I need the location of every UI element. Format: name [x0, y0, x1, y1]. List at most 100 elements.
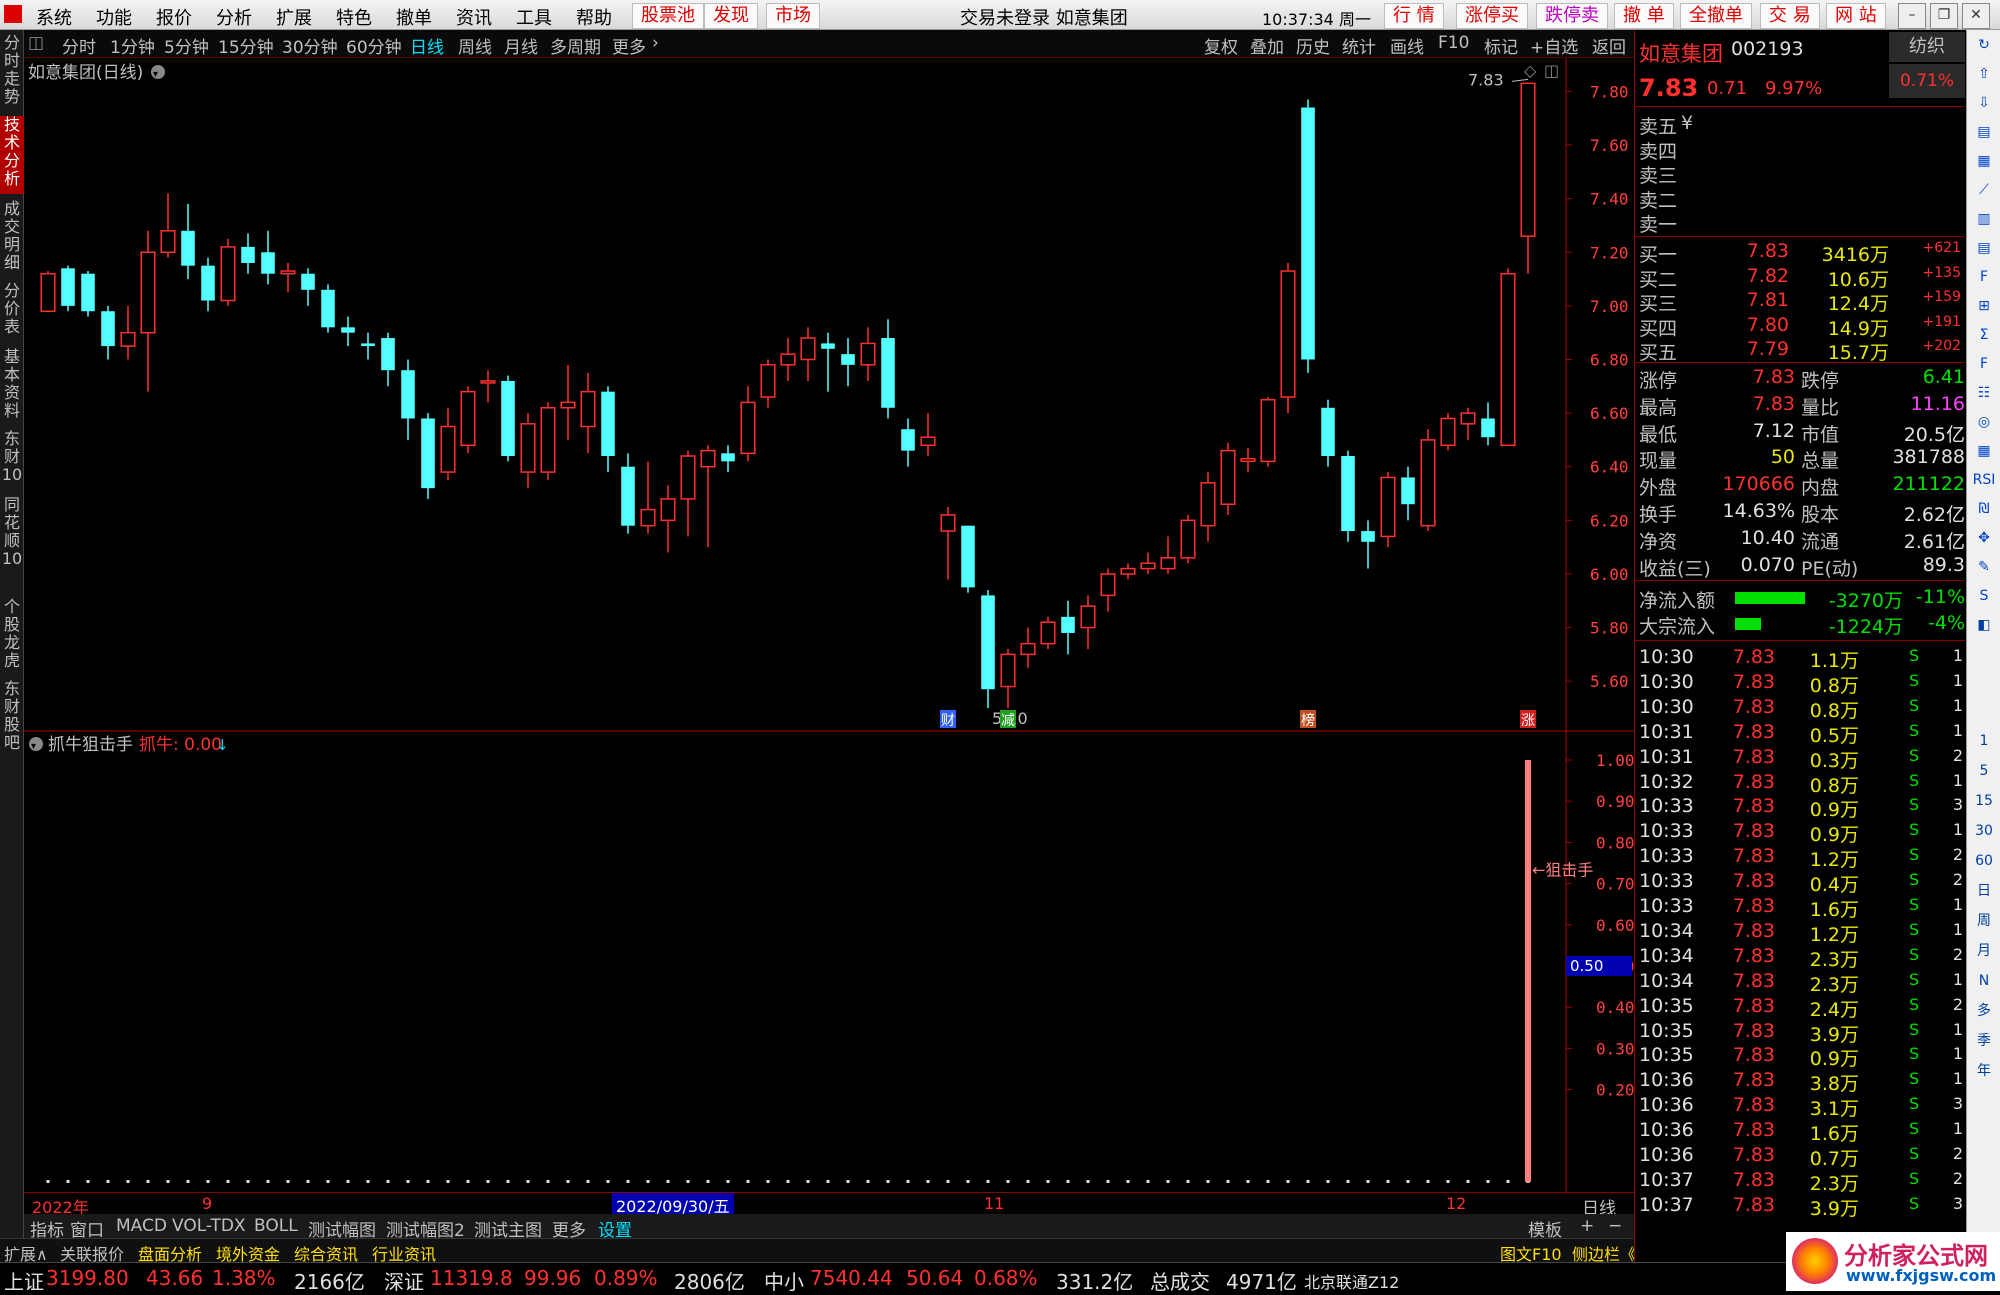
down-icon[interactable]: ⇩ [1972, 92, 1996, 114]
period-month-icon[interactable]: 月 [1972, 940, 1996, 962]
history-button[interactable]: 历史 [1296, 33, 1330, 58]
tab-ths[interactable]: 同花顺10 [0, 496, 24, 592]
website-button[interactable]: 网 站 [1826, 3, 1886, 29]
tab-basic-info[interactable]: 基本资料 [0, 348, 24, 424]
tab-macd[interactable]: MACD [116, 1216, 167, 1236]
draw-line-button[interactable]: 画线 [1390, 33, 1424, 58]
menu-help[interactable]: 帮助 [576, 4, 612, 30]
period-5-icon[interactable]: 5 [1972, 760, 1996, 782]
trade-button[interactable]: 交 易 [1760, 3, 1820, 29]
indicator-chart[interactable]: ▾ 抓牛狙击手 抓牛: 0.00 ↓ 1.00 0.90 0.80 0.70 0.60 0… [24, 732, 1634, 1194]
period-30-icon[interactable]: 30 [1972, 820, 1996, 842]
menu-feature[interactable]: 特色 [336, 4, 372, 30]
menu-cancel[interactable]: 撤单 [396, 4, 432, 30]
grid-icon[interactable]: ▦ [1972, 150, 1996, 172]
tab-dragon-tiger[interactable]: 个股龙虎 [0, 598, 24, 674]
rsi-icon[interactable]: RSI [1972, 469, 1996, 491]
tab-intraday[interactable]: 分时走势 [0, 34, 24, 110]
period-60-icon[interactable]: 60 [1972, 850, 1996, 872]
target-icon[interactable]: ◎ [1972, 411, 1996, 433]
period-day-icon[interactable]: 日 [1972, 880, 1996, 902]
menu-analysis[interactable]: 分析 [216, 4, 252, 30]
back-button[interactable]: 返回 [1592, 33, 1626, 58]
cancel-all-button[interactable]: 全撤单 [1680, 3, 1752, 29]
period-60m[interactable]: 60分钟 [346, 33, 402, 58]
f10-button[interactable]: F10 [1438, 33, 1469, 53]
table-icon[interactable]: ⊞ [1972, 295, 1996, 317]
event-tag[interactable]: 涨 [1521, 713, 1535, 729]
event-tag[interactable]: 财 [941, 713, 955, 729]
tab-technical[interactable]: 技术分析 [0, 116, 24, 194]
doc-icon[interactable]: ☷ [1972, 382, 1996, 404]
period-week-icon[interactable]: 周 [1972, 910, 1996, 932]
tab-eastmoney[interactable]: 东财10 [0, 430, 24, 490]
collapse-circle-icon[interactable]: ▾ [151, 65, 165, 80]
menu-function[interactable]: 功能 [96, 4, 132, 30]
period-n-icon[interactable]: N [1972, 970, 1996, 992]
period-1m[interactable]: 1分钟 [110, 33, 155, 58]
add-pane-button[interactable]: + [1580, 1216, 1594, 1236]
discover-tab[interactable]: 发现 [704, 3, 758, 29]
panel-icon[interactable]: ◧ [1972, 614, 1996, 636]
tab-vol[interactable]: VOL-TDX [172, 1216, 246, 1236]
event-tag[interactable]: 榜 [1301, 712, 1315, 729]
yen-icon[interactable]: ₪ [1972, 498, 1996, 520]
main-candle-chart[interactable]: 如意集团(日线) ▾ ◇ ◫ 7.80 7.60 7.40 7.20 7.00 6.80 6… [24, 58, 1634, 732]
period-multi[interactable]: 多周期 [550, 33, 601, 58]
indicator-toggle-icon[interactable]: ▾ [29, 737, 43, 752]
fund-icon[interactable]: F [1972, 266, 1996, 288]
tab-price-table[interactable]: 分价表 [0, 282, 24, 342]
window-icon[interactable]: ◫ [1544, 61, 1559, 80]
overlay-button[interactable]: 叠加 [1250, 33, 1284, 58]
menu-system[interactable]: 系统 [36, 4, 72, 30]
period-daily[interactable]: 日线 [410, 33, 444, 58]
tab-guba[interactable]: 东财股吧 [0, 680, 24, 756]
menu-quote[interactable]: 报价 [156, 4, 192, 30]
up-icon[interactable]: ⇧ [1972, 63, 1996, 85]
trend-icon[interactable]: ⟋ [1972, 179, 1996, 201]
period-multi-icon[interactable]: 多 [1972, 1000, 1996, 1022]
period-intraday[interactable]: 分时 [62, 33, 96, 58]
layers-icon[interactable]: ▦ [1972, 440, 1996, 462]
menu-tools[interactable]: 工具 [516, 4, 552, 30]
period-more[interactable]: 更多 [612, 33, 646, 58]
diamond-icon[interactable]: ◇ [1524, 61, 1537, 80]
add-watchlist-button[interactable]: +自选 [1530, 33, 1578, 58]
period-year-icon[interactable]: 年 [1972, 1060, 1996, 1082]
industry-button[interactable]: 纺织 [1889, 32, 1965, 62]
close-icon[interactable]: ✕ [1962, 3, 1990, 29]
period-30m[interactable]: 30分钟 [282, 33, 338, 58]
period-weekly[interactable]: 周线 [458, 33, 492, 58]
stock-pool-tab[interactable]: 股票池 [632, 3, 704, 29]
period-5m[interactable]: 5分钟 [164, 33, 209, 58]
list-icon[interactable]: ▤ [1972, 237, 1996, 259]
mark-button[interactable]: 标记 [1484, 33, 1518, 58]
fin-icon[interactable]: F [1972, 353, 1996, 375]
period-monthly[interactable]: 月线 [504, 33, 538, 58]
remove-pane-button[interactable]: − [1608, 1216, 1622, 1236]
quote-button[interactable]: 行 情 [1384, 3, 1444, 29]
tab-trade-detail[interactable]: 成交明细 [0, 200, 24, 276]
sz-icon[interactable]: S [1972, 585, 1996, 607]
limit-down-sell-button[interactable]: 跌停卖 [1536, 3, 1608, 29]
adjust-button[interactable]: 复权 [1204, 33, 1238, 58]
market-tab[interactable]: 市场 [766, 3, 820, 29]
menu-news[interactable]: 资讯 [456, 4, 492, 30]
restore-icon[interactable]: ❐ [1930, 3, 1958, 29]
minimize-icon[interactable]: – [1898, 3, 1926, 29]
period-season-icon[interactable]: 季 [1972, 1030, 1996, 1052]
period-15-icon[interactable]: 15 [1972, 790, 1996, 812]
tab-boll[interactable]: BOLL [254, 1216, 298, 1236]
sigma-icon[interactable]: Σ [1972, 324, 1996, 346]
event-tag[interactable]: 减 [1001, 713, 1015, 729]
refresh-icon[interactable]: ↻ [1972, 34, 1996, 56]
book-icon[interactable]: ▤ [1972, 121, 1996, 143]
stats-button[interactable]: 统计 [1342, 33, 1376, 58]
bars-icon[interactable]: ▥ [1972, 208, 1996, 230]
period-15m[interactable]: 15分钟 [218, 33, 274, 58]
move-icon[interactable]: ✥ [1972, 527, 1996, 549]
panel-toggle-icon[interactable]: ◫ [28, 33, 44, 53]
chevron-right-icon[interactable]: › [652, 33, 659, 53]
period-1-icon[interactable]: 1 [1972, 730, 1996, 752]
pen-icon[interactable]: ✎ [1972, 556, 1996, 578]
